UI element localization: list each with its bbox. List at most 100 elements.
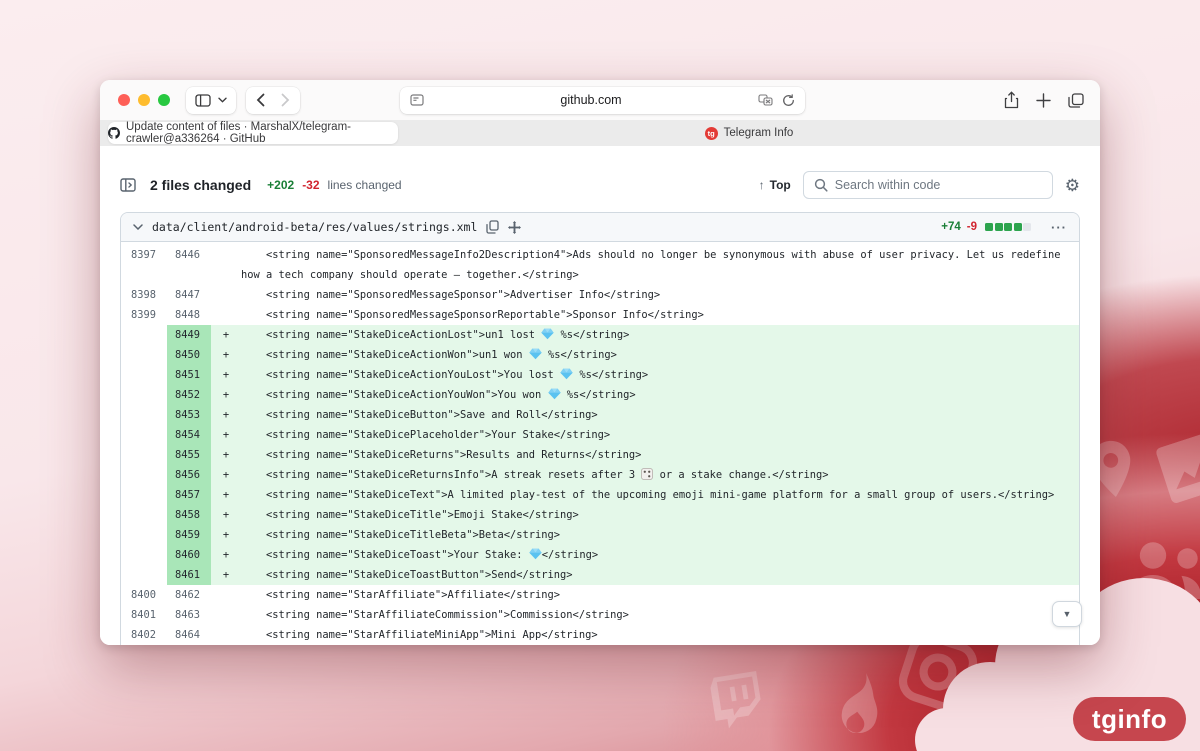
old-line-number[interactable]: 8399: [121, 305, 167, 325]
diff-row: 8461 + <string name="StakeDiceToastButton…: [121, 565, 1079, 585]
diff-row: 8459 + <string name="StakeDiceTitleBeta">…: [121, 525, 1079, 545]
search-within-code-box[interactable]: [802, 171, 1053, 199]
copy-path-icon[interactable]: [486, 220, 500, 234]
new-line-number[interactable]: 8451: [167, 365, 211, 385]
tab-telegram-info[interactable]: tg Telegram Info: [398, 122, 1100, 144]
old-line-number[interactable]: 8402: [121, 625, 167, 645]
drag-move-icon[interactable]: [508, 220, 522, 234]
desktop-background: { "browser": { "url_text": "github.com",…: [0, 0, 1200, 751]
browser-toolbar: github.com: [100, 80, 1100, 120]
diff-row: 8453 + <string name="StakeDiceButton">Sav…: [121, 405, 1079, 425]
old-line-number[interactable]: 8400: [121, 585, 167, 605]
scroll-down-button[interactable]: ▼: [1052, 601, 1082, 627]
scroll-to-top-button[interactable]: ↑ Top: [759, 178, 791, 192]
diffstat-block-green: [1004, 223, 1012, 231]
diff-sign: +: [211, 345, 241, 365]
diff-code: 8397 8446 <string name="SponsoredMessageI…: [121, 242, 1079, 645]
file-path[interactable]: data/client/android-beta/res/values/stri…: [152, 220, 477, 234]
new-line-number[interactable]: 8455: [167, 445, 211, 465]
total-additions: +202: [267, 178, 295, 192]
zoom-window-button[interactable]: [158, 94, 170, 106]
code-line: <string name="StarAffiliateMiniApp">Mini…: [241, 629, 598, 641]
kebab-menu[interactable]: ···: [1051, 220, 1067, 235]
new-line-number[interactable]: 8448: [167, 305, 211, 325]
diff-row: 8460 + <string name="StakeDiceToast">Your…: [121, 545, 1079, 565]
forward-button[interactable]: [281, 93, 290, 107]
sidebar-toggle[interactable]: [186, 86, 236, 114]
code-line: <string name="StakeDiceActionYouWon">You…: [241, 385, 1079, 405]
collapse-file-icon[interactable]: [133, 224, 143, 230]
new-line-number[interactable]: 8450: [167, 345, 211, 365]
new-line-number[interactable]: 8446: [167, 245, 211, 265]
file-additions: +74: [941, 221, 961, 233]
page-settings-icon[interactable]: [410, 94, 424, 106]
new-line-number[interactable]: 8459: [167, 525, 211, 545]
address-bar[interactable]: github.com: [400, 86, 805, 114]
search-icon: [814, 178, 828, 192]
diff-row: 8399 8448 <string name="SponsoredMessageS…: [121, 305, 1079, 325]
diff-sign: +: [211, 545, 241, 565]
translate-icon[interactable]: [758, 94, 773, 106]
file-tree-toggle-icon[interactable]: [120, 178, 136, 192]
diff-row: 8454 + <string name="StakeDicePlaceholder…: [121, 425, 1079, 445]
gem-emoji: [541, 328, 554, 340]
gear-icon[interactable]: ⚙: [1065, 177, 1080, 194]
close-window-button[interactable]: [118, 94, 130, 106]
diff-row: 8452 + <string name="StakeDiceActionYouWo…: [121, 385, 1079, 405]
diff-sign: +: [211, 525, 241, 545]
reload-icon[interactable]: [782, 93, 795, 107]
new-line-number[interactable]: 8463: [167, 605, 211, 625]
old-line-number[interactable]: 8401: [121, 605, 167, 625]
top-label: Top: [769, 178, 791, 192]
minimize-window-button[interactable]: [138, 94, 150, 106]
diff-sign: +: [211, 425, 241, 445]
new-line-number[interactable]: 8461: [167, 565, 211, 585]
diff-row: 8457 + <string name="StakeDiceText">A lim…: [121, 485, 1079, 505]
new-line-number[interactable]: 8462: [167, 585, 211, 605]
diffstat-block-green: [985, 223, 993, 231]
code-line: <string name="StakeDiceText">A limited p…: [241, 485, 1079, 505]
tab-overview-icon[interactable]: [1068, 92, 1084, 108]
caret-down-icon: ▼: [1062, 609, 1072, 619]
new-line-number[interactable]: 8457: [167, 485, 211, 505]
code-line: <string name="StarAffiliate">Affiliate</…: [241, 589, 561, 601]
back-button[interactable]: [256, 93, 265, 107]
new-line-number[interactable]: 8452: [167, 385, 211, 405]
code-line: <string name="StakeDiceTitleBeta">Beta</…: [241, 525, 1079, 545]
new-line-number[interactable]: 8449: [167, 325, 211, 345]
chevron-down-icon: [218, 97, 227, 103]
new-line-number[interactable]: 8447: [167, 285, 211, 305]
code-line: <string name="StakeDiceActionYouLost">Yo…: [241, 365, 1079, 385]
die-emoji: [641, 468, 654, 480]
code-line: <string name="StakeDiceToastButton">Send…: [241, 565, 1079, 585]
new-line-number[interactable]: 8464: [167, 625, 211, 645]
file-deletions: -9: [966, 221, 977, 233]
code-line: <string name="StakeDiceTitle">Emoji Stak…: [241, 505, 1079, 525]
diffstat-block-green: [1013, 223, 1022, 231]
up-arrow-icon: ↑: [758, 178, 765, 192]
url-text: github.com: [560, 93, 622, 107]
share-icon[interactable]: [1004, 91, 1019, 109]
diff-sign: +: [211, 445, 241, 465]
new-tab-icon[interactable]: [1036, 92, 1051, 108]
flame-icon: [823, 668, 893, 747]
image-icon: [1155, 430, 1200, 505]
code-line: <string name="StarAffiliateCommission">C…: [241, 609, 629, 621]
new-line-number[interactable]: 8456: [167, 465, 211, 485]
old-line-number[interactable]: 8398: [121, 285, 167, 305]
diff-row: 8456 + <string name="StakeDiceReturnsInfo…: [121, 465, 1079, 485]
new-line-number[interactable]: 8460: [167, 545, 211, 565]
tab-telegram-info-title: Telegram Info: [723, 127, 794, 139]
old-line-number[interactable]: 8397: [121, 245, 167, 265]
diff-row: 8450 + <string name="StakeDiceActionWon">…: [121, 345, 1079, 365]
search-input[interactable]: [834, 178, 1042, 192]
new-line-number[interactable]: 8458: [167, 505, 211, 525]
telegram-info-favicon: tg: [704, 126, 718, 140]
new-line-number[interactable]: 8454: [167, 425, 211, 445]
new-line-number[interactable]: 8453: [167, 405, 211, 425]
diff-sign: +: [211, 485, 241, 505]
diffstat-block-green: [994, 223, 1003, 231]
sidebar-icon: [195, 93, 211, 107]
code-line: <string name="SponsoredMessageInfo2Descr…: [241, 249, 1067, 281]
tab-github[interactable]: Update content of files · MarshalX/teleg…: [108, 121, 398, 145]
